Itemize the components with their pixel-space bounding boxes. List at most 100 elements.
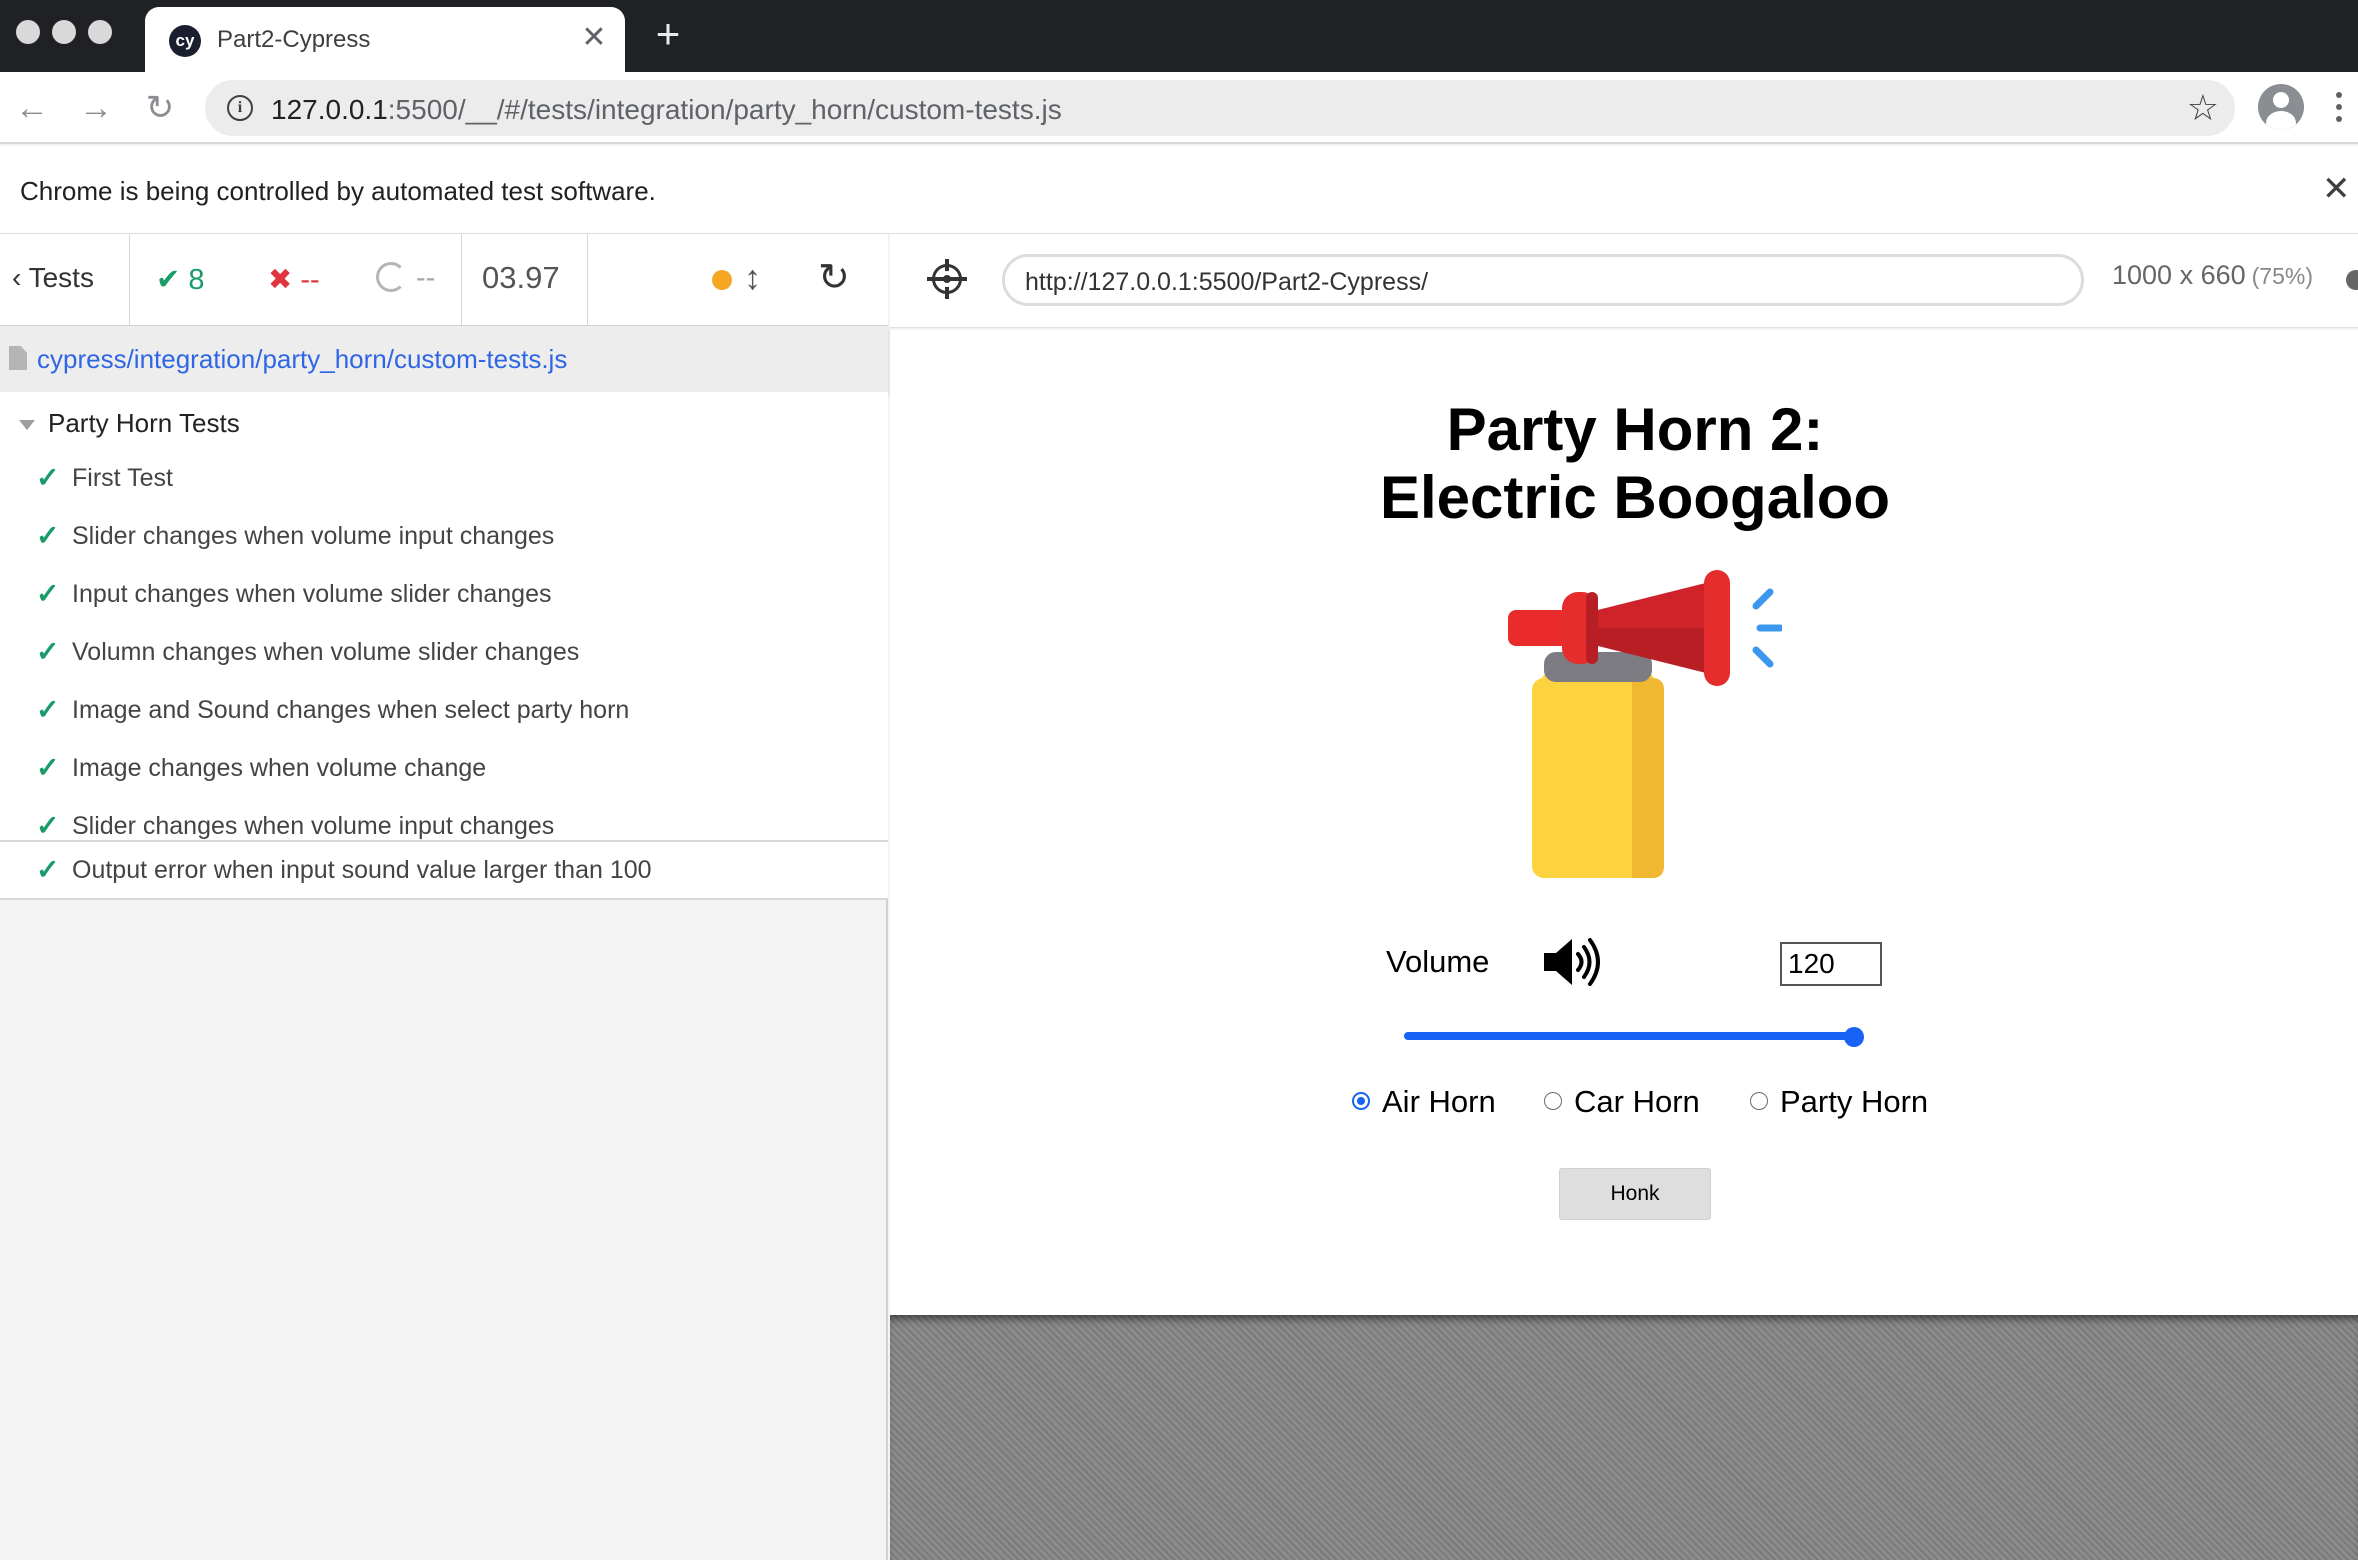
failed-count: -- bbox=[300, 264, 320, 296]
app-title-line-1: Party Horn 2: bbox=[1446, 396, 1824, 463]
run-duration: 03.97 bbox=[482, 260, 560, 295]
address-bar-url[interactable]: 127.0.0.1:5500/__/#/tests/integration/pa… bbox=[271, 94, 1062, 126]
spec-file-bar: cypress/integration/party_horn/custom-te… bbox=[0, 326, 888, 392]
test-title: Image changes when volume change bbox=[72, 754, 487, 782]
volume-label: Volume bbox=[1386, 944, 1490, 979]
suite-title[interactable]: Party Horn Tests bbox=[48, 408, 240, 439]
address-bar[interactable]: i 127.0.0.1:5500/__/#/tests/integration/… bbox=[205, 80, 2235, 136]
viewport-scale: (75%) bbox=[2251, 263, 2313, 289]
new-tab-button[interactable]: + bbox=[648, 13, 688, 55]
failed-stat: ✖ -- bbox=[268, 262, 320, 297]
check-icon: ✓ bbox=[36, 694, 60, 725]
spec-file-link[interactable]: cypress/integration/party_horn/custom-te… bbox=[37, 344, 567, 375]
radio-car-horn[interactable]: Car Horn bbox=[1544, 1082, 1704, 1122]
app-title-line-2: Electric Boogaloo bbox=[1379, 464, 1891, 531]
test-row[interactable]: ✓ Output error when input sound value la… bbox=[0, 842, 888, 900]
cross-icon: ✖ bbox=[268, 264, 301, 296]
test-row[interactable]: ✓ Volumn changes when volume slider chan… bbox=[0, 624, 888, 682]
file-icon bbox=[9, 346, 27, 370]
cypress-logo-icon: cy bbox=[169, 25, 201, 57]
pending-stat: -- bbox=[376, 262, 435, 295]
star-icon[interactable]: ☆ bbox=[2187, 86, 2219, 130]
check-icon: ✓ bbox=[36, 810, 60, 841]
radio-label: Car Horn bbox=[1574, 1084, 1700, 1119]
test-row[interactable]: ✓ Image changes when volume change bbox=[0, 740, 888, 798]
viewport-background bbox=[890, 1315, 2358, 1560]
honk-button[interactable]: Honk bbox=[1559, 1168, 1711, 1220]
tab-close-icon[interactable]: ✕ bbox=[577, 21, 611, 55]
reporter-header: ‹ Tests ✔ 8 ✖ -- -- 03.97 ↕ ↻ bbox=[0, 234, 888, 326]
caret-down-icon[interactable] bbox=[19, 420, 35, 430]
radio-button[interactable] bbox=[1544, 1092, 1562, 1110]
tests-label: Tests bbox=[28, 262, 94, 293]
browser-tab-strip: cy Part2-Cypress ✕ + bbox=[0, 0, 2358, 72]
chevron-left-icon: ‹ bbox=[12, 262, 29, 293]
test-row[interactable]: ✓ Slider changes when volume input chang… bbox=[0, 508, 888, 566]
speaker-volume-icon bbox=[1544, 938, 1600, 986]
reload-icon[interactable]: ↻ bbox=[138, 86, 182, 130]
rerun-icon[interactable]: ↻ bbox=[818, 256, 850, 300]
window-minimize-dot[interactable] bbox=[52, 20, 76, 44]
app-frame: Party Horn 2: Electric Boogaloo Volume 1… bbox=[890, 330, 2358, 1315]
check-icon: ✔ bbox=[156, 264, 189, 296]
check-icon: ✓ bbox=[36, 578, 60, 609]
auto-scroll-toggle-icon[interactable]: ↕ bbox=[744, 256, 761, 300]
menu-dots-icon[interactable] bbox=[2336, 92, 2344, 126]
volume-slider-thumb[interactable] bbox=[1844, 1027, 1864, 1047]
profile-icon[interactable] bbox=[2258, 84, 2304, 130]
forward-arrow-icon[interactable]: → bbox=[74, 86, 118, 130]
test-title: Volumn changes when volume slider change… bbox=[72, 638, 580, 666]
test-row[interactable]: ✓ Input changes when volume slider chang… bbox=[0, 566, 888, 624]
viewport-info[interactable]: 1000 x 660 (75%) bbox=[2112, 260, 2313, 291]
infobar-message: Chrome is being controlled by automated … bbox=[20, 176, 656, 206]
aut-url: http://127.0.0.1:5500/Part2-Cypress/ bbox=[1025, 268, 1429, 296]
test-title: Slider changes when volume input changes bbox=[72, 812, 555, 840]
test-row[interactable]: ✓ First Test bbox=[0, 450, 888, 508]
test-row[interactable]: ✓ Slider changes when volume input chang… bbox=[0, 798, 888, 842]
passed-stat: ✔ 8 bbox=[156, 262, 205, 297]
back-arrow-icon[interactable]: ← bbox=[10, 86, 54, 130]
infobar-close-icon[interactable]: ✕ bbox=[2322, 172, 2351, 206]
check-icon: ✓ bbox=[36, 520, 60, 551]
radio-button[interactable] bbox=[1352, 1092, 1370, 1110]
check-icon: ✓ bbox=[36, 854, 60, 885]
pending-circle-icon bbox=[376, 262, 406, 292]
running-indicator-dot bbox=[712, 270, 732, 290]
test-title: First Test bbox=[72, 464, 173, 492]
tab-title: Part2-Cypress bbox=[217, 26, 371, 53]
window-close-dot[interactable] bbox=[16, 20, 40, 44]
duration-cell: 03.97 bbox=[462, 234, 588, 326]
test-title: Output error when input sound value larg… bbox=[72, 856, 652, 884]
window-zoom-dot[interactable] bbox=[88, 20, 112, 44]
air-horn-image bbox=[1508, 570, 1782, 878]
app-title: Party Horn 2: Electric Boogaloo bbox=[890, 396, 2358, 532]
radio-label: Air Horn bbox=[1382, 1084, 1496, 1119]
volume-slider[interactable] bbox=[1404, 1032, 1856, 1040]
test-title: Slider changes when volume input changes bbox=[72, 522, 555, 550]
radio-air-horn[interactable]: Air Horn bbox=[1352, 1082, 1502, 1122]
check-icon: ✓ bbox=[36, 462, 60, 493]
cypress-reporter: ‹ Tests ✔ 8 ✖ -- -- 03.97 ↕ ↻ cypress/in… bbox=[0, 234, 888, 1560]
test-title: Image and Sound changes when select part… bbox=[72, 696, 630, 724]
aut-header: http://127.0.0.1:5500/Part2-Cypress/ 100… bbox=[890, 234, 2358, 328]
selector-playground-icon[interactable] bbox=[927, 259, 967, 299]
browser-toolbar: ← → ↻ i 127.0.0.1:5500/__/#/tests/integr… bbox=[0, 72, 2358, 144]
radio-party-horn[interactable]: Party Horn bbox=[1750, 1082, 1940, 1122]
viewport-info-icon[interactable] bbox=[2346, 270, 2358, 290]
radio-label: Party Horn bbox=[1780, 1084, 1929, 1119]
stats-panel: ✔ 8 ✖ -- -- bbox=[130, 234, 462, 326]
test-title: Input changes when volume slider changes bbox=[72, 580, 552, 608]
pending-count: -- bbox=[416, 262, 436, 294]
browser-tab[interactable]: cy Part2-Cypress ✕ bbox=[145, 7, 625, 72]
test-suite: Party Horn Tests ✓ First Test ✓ Slider c… bbox=[0, 392, 888, 842]
check-icon: ✓ bbox=[36, 752, 60, 783]
volume-number-input[interactable]: 120 bbox=[1780, 942, 1882, 986]
aut-url-bar: http://127.0.0.1:5500/Part2-Cypress/ bbox=[1002, 254, 2084, 306]
tests-back-link[interactable]: ‹ Tests bbox=[0, 234, 130, 326]
radio-button[interactable] bbox=[1750, 1092, 1768, 1110]
test-row[interactable]: ✓ Image and Sound changes when select pa… bbox=[0, 682, 888, 740]
automation-infobar: Chrome is being controlled by automated … bbox=[0, 146, 2358, 234]
viewport-dimensions: 1000 x 660 bbox=[2112, 260, 2246, 290]
passed-count: 8 bbox=[188, 264, 205, 296]
info-icon[interactable]: i bbox=[227, 95, 253, 121]
